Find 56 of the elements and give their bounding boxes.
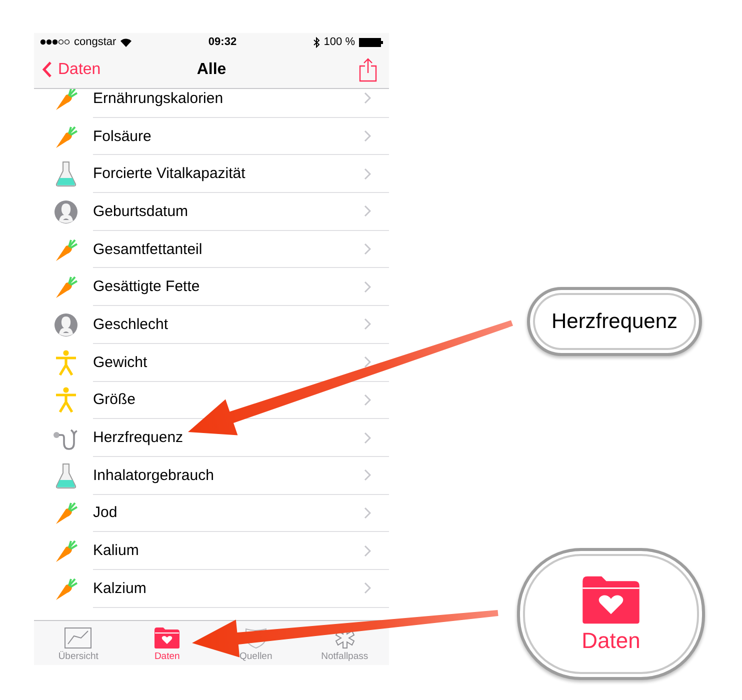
row-label[interactable]: Geburtsdatum bbox=[93, 202, 188, 220]
share-icon[interactable] bbox=[359, 58, 377, 82]
carrot-icon bbox=[54, 539, 78, 564]
chevron-icon bbox=[364, 243, 371, 256]
signal-icon bbox=[40, 39, 70, 45]
row-label[interactable]: Herzfrequenz bbox=[93, 429, 184, 446]
carrot-icon bbox=[54, 124, 78, 149]
row-label[interactable]: Gesamtfettanteil bbox=[93, 240, 202, 258]
battery-icon bbox=[358, 38, 383, 46]
row-label[interactable]: Folsäure bbox=[93, 128, 152, 145]
chevron-icon bbox=[364, 356, 371, 368]
row-label[interactable]: Kalium bbox=[93, 542, 139, 560]
figure-icon bbox=[54, 387, 76, 414]
nav-title: Alle bbox=[196, 60, 226, 78]
chevron-icon bbox=[364, 394, 371, 406]
carrier-name: congstar bbox=[74, 36, 116, 48]
chevron-icon bbox=[364, 130, 371, 142]
chevron-icon bbox=[364, 582, 371, 594]
carrot-icon bbox=[54, 501, 78, 526]
folder-heart-icon bbox=[154, 627, 180, 649]
status-time: 09:32 bbox=[208, 36, 237, 48]
chevron-icon bbox=[364, 280, 371, 293]
person-icon bbox=[54, 312, 78, 337]
chart-icon bbox=[64, 627, 92, 649]
chevron-icon bbox=[364, 318, 371, 330]
folder-heart-icon bbox=[580, 574, 642, 626]
bluetooth-icon bbox=[312, 36, 320, 48]
person-icon bbox=[54, 200, 78, 224]
chevron-icon bbox=[364, 544, 371, 557]
row-label[interactable]: Geschlecht bbox=[93, 316, 168, 333]
chevron-icon bbox=[364, 469, 371, 482]
chevron-icon bbox=[364, 506, 371, 519]
row-label[interactable]: Inhalatorgebrauch bbox=[93, 466, 214, 484]
chevron-icon bbox=[364, 92, 371, 104]
chevron-icon bbox=[364, 205, 371, 218]
back-chevron-icon bbox=[42, 61, 52, 78]
flask-icon bbox=[54, 462, 76, 489]
flask-icon bbox=[54, 161, 76, 188]
row-label[interactable]: Kalzium bbox=[93, 580, 146, 597]
row-label[interactable]: Ernährungskalorien bbox=[93, 90, 224, 107]
carrot-icon bbox=[54, 576, 78, 601]
chevron-icon bbox=[364, 168, 371, 180]
callout-label: Daten bbox=[582, 628, 640, 654]
carrot-icon bbox=[54, 89, 78, 111]
row-label[interactable]: Jod bbox=[93, 504, 118, 522]
battery-percent: 100 % bbox=[324, 36, 355, 48]
carrot-icon bbox=[54, 238, 78, 262]
figure-icon bbox=[54, 350, 76, 376]
row-label[interactable]: Größe bbox=[93, 391, 136, 408]
row-label[interactable]: Gesättigte Fette bbox=[93, 278, 200, 296]
wifi-icon bbox=[120, 38, 132, 46]
row-label[interactable]: Gewicht bbox=[93, 354, 148, 371]
row-label[interactable]: Forcierte Vitalkapazität bbox=[93, 165, 246, 182]
callout-label: Herzfrequenz bbox=[551, 310, 678, 334]
chevron-icon bbox=[364, 432, 371, 444]
carrot-icon bbox=[54, 275, 78, 300]
